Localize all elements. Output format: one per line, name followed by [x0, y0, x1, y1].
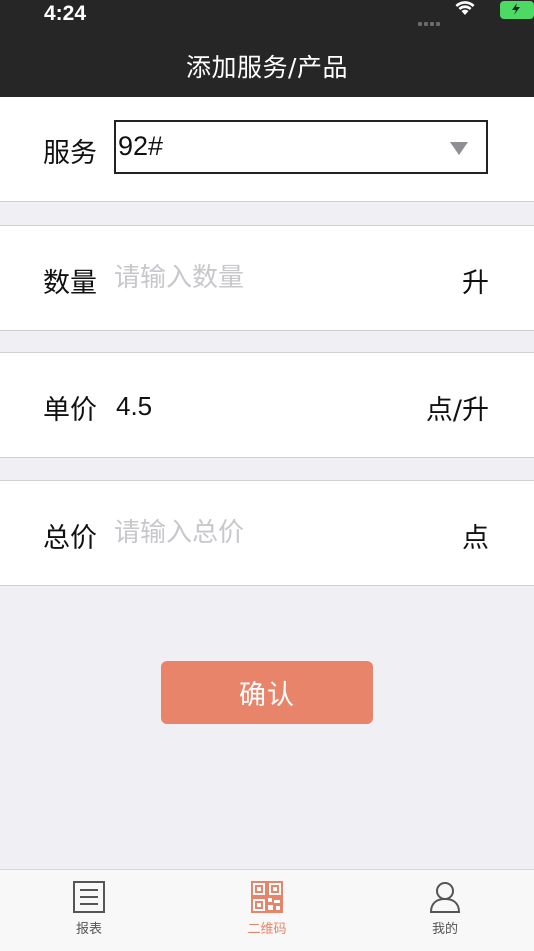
- battery-charging-icon: [500, 1, 534, 19]
- service-label: 服务: [43, 138, 97, 169]
- tab-mine-label: 我的: [431, 922, 458, 937]
- quantity-input[interactable]: [114, 258, 414, 298]
- status-time: 4:24: [44, 2, 87, 25]
- confirm-button[interactable]: 确认: [161, 661, 373, 724]
- wifi-icon: [455, 1, 475, 15]
- total-input[interactable]: [114, 513, 414, 553]
- user-icon: [429, 882, 461, 913]
- quantity-label: 数量: [43, 268, 97, 299]
- tab-mine[interactable]: 我的: [395, 880, 495, 937]
- list-icon: [73, 881, 105, 913]
- tab-qr-code-label: 二维码: [247, 922, 287, 937]
- total-unit: 点: [462, 523, 489, 554]
- tab-report[interactable]: 报表: [39, 880, 139, 937]
- nav-header: 4:24 添加服务/产品: [0, 0, 534, 97]
- unit-price-row: 单价 4.5 点/升: [0, 352, 534, 458]
- tab-bar: 报表 二维码 我的: [0, 869, 534, 951]
- quantity-unit: 升: [462, 268, 489, 299]
- tab-qr-code[interactable]: 二维码: [217, 880, 317, 937]
- page-title: 添加服务/产品: [186, 53, 348, 82]
- service-row: 服务 92#: [0, 97, 534, 202]
- total-label: 总价: [43, 523, 97, 554]
- cellular-signal-icon: [418, 11, 442, 26]
- tab-report-label: 报表: [75, 922, 102, 937]
- dropdown-arrow-icon: [450, 142, 468, 155]
- unit-price-label: 单价: [43, 395, 97, 426]
- unit-price-value: 4.5: [116, 391, 153, 421]
- service-select-value: 92#: [118, 131, 164, 161]
- total-row: 总价 点: [0, 480, 534, 586]
- qr-code-icon: [251, 881, 283, 913]
- quantity-row: 数量 升: [0, 225, 534, 331]
- unit-price-unit: 点/升: [425, 395, 489, 426]
- service-select[interactable]: 92#: [114, 120, 488, 174]
